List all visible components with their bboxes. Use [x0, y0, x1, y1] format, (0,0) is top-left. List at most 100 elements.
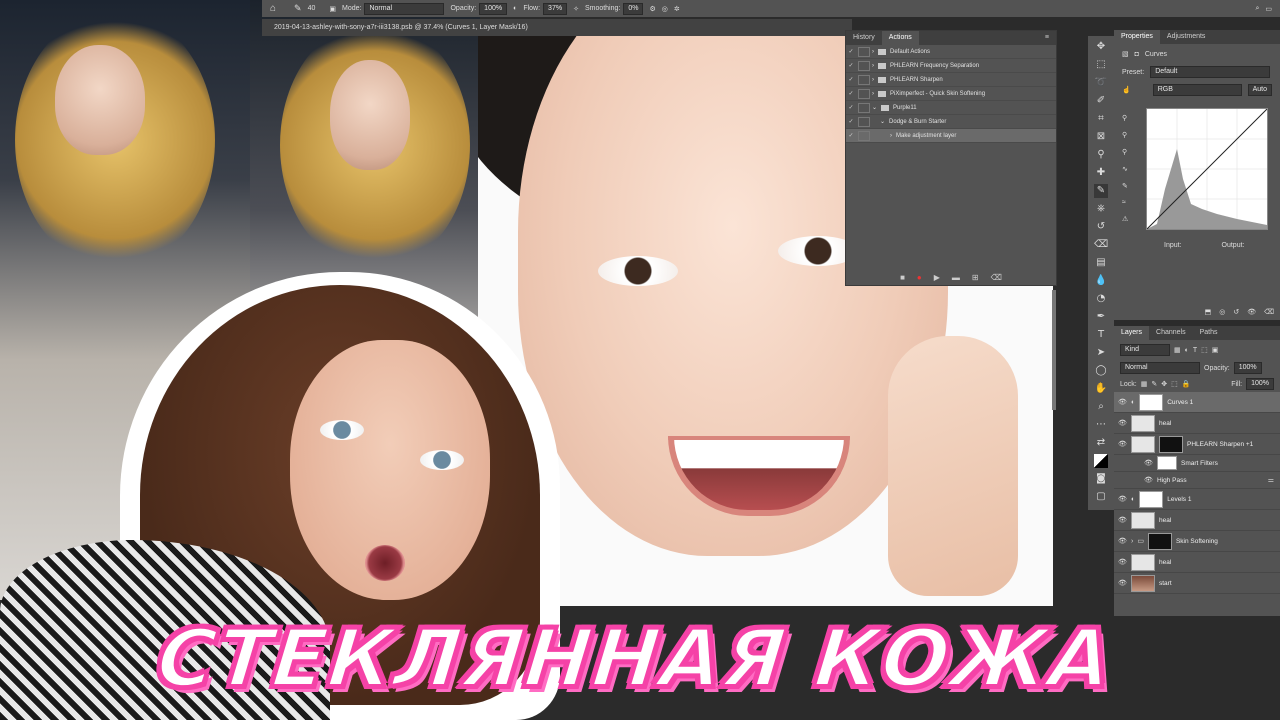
pen-tool-icon[interactable]: ✒: [1094, 310, 1108, 324]
quick-select-tool-icon[interactable]: ✐: [1094, 94, 1108, 108]
action-item[interactable]: ✓ › Default Actions: [846, 45, 1056, 59]
layer-row[interactable]: 👁 start: [1114, 573, 1280, 594]
eye-icon[interactable]: 👁: [1118, 440, 1127, 448]
filter-pixel-icon[interactable]: ▦: [1174, 346, 1181, 354]
action-item[interactable]: ✓ › PHLEARN Frequency Separation: [846, 59, 1056, 73]
workspace-icon[interactable]: ▭: [1265, 5, 1272, 13]
layer-thumbnail[interactable]: [1131, 435, 1155, 453]
chevron-right-icon[interactable]: ›: [1131, 538, 1133, 545]
action-item-selected[interactable]: ✓ › Make adjustment layer: [846, 129, 1056, 143]
tab-history[interactable]: History: [846, 31, 882, 45]
airbrush-icon[interactable]: ✧: [573, 5, 579, 13]
filter-adjustment-icon[interactable]: ◐: [1185, 347, 1189, 354]
curves-graph[interactable]: [1146, 108, 1268, 230]
layer-thumbnail[interactable]: [1131, 414, 1155, 432]
tab-adjustments[interactable]: Adjustments: [1160, 30, 1213, 44]
search-icon[interactable]: ⌕: [1255, 5, 1259, 13]
tab-properties[interactable]: Properties: [1114, 30, 1160, 44]
dialog-toggle[interactable]: [858, 116, 870, 127]
screen-mode-icon[interactable]: ▢: [1094, 490, 1108, 504]
action-item[interactable]: ✓ ⌄ Purple11: [846, 101, 1056, 115]
eye-icon[interactable]: 👁: [1118, 419, 1127, 427]
dialog-toggle[interactable]: [858, 60, 870, 71]
healing-tool-icon[interactable]: ✚: [1094, 166, 1108, 180]
settings-gear-icon[interactable]: ⚙: [649, 5, 655, 13]
check-icon[interactable]: ✓: [846, 132, 856, 139]
stamp-tool-icon[interactable]: ⎈: [1094, 202, 1108, 216]
chevron-right-icon[interactable]: ›: [872, 63, 874, 69]
check-icon[interactable]: ✓: [846, 62, 856, 69]
smoothing-field[interactable]: 0%: [623, 2, 644, 15]
layer-opacity-field[interactable]: 100%: [1233, 362, 1262, 374]
layer-mask-thumbnail[interactable]: [1147, 532, 1172, 550]
mode-select[interactable]: Normal: [364, 2, 445, 15]
layer-mask-thumbnail[interactable]: [1139, 393, 1164, 411]
shape-tool-icon[interactable]: ◯: [1094, 364, 1108, 378]
layer-row[interactable]: 👁 heal: [1114, 413, 1280, 434]
symmetry-icon[interactable]: ✲: [674, 5, 680, 13]
layer-row[interactable]: 👁 › ▭ Skin Softening: [1114, 531, 1280, 552]
filter-smart-icon[interactable]: ▣: [1212, 346, 1219, 354]
layer-row[interactable]: 👁 PHLEARN Sharpen +1: [1114, 434, 1280, 455]
lock-pixels-icon[interactable]: ▦: [1141, 380, 1148, 388]
layer-row[interactable]: 👁 heal: [1114, 510, 1280, 531]
visibility-icon[interactable]: 👁: [1247, 308, 1256, 316]
chevron-down-icon[interactable]: ⌄: [872, 104, 877, 111]
check-icon[interactable]: ✓: [846, 118, 856, 125]
move-tool-icon[interactable]: ✥: [1094, 40, 1108, 54]
lasso-tool-icon[interactable]: ➰: [1094, 76, 1108, 90]
lock-paint-icon[interactable]: ✎: [1151, 380, 1157, 388]
blur-tool-icon[interactable]: 💧: [1094, 274, 1108, 288]
filter-options-icon[interactable]: ⚌: [1268, 476, 1274, 484]
clip-to-layer-icon[interactable]: ⬒: [1205, 308, 1212, 316]
dialog-toggle[interactable]: [858, 46, 870, 57]
smooth-curve-icon[interactable]: ≈: [1122, 199, 1128, 206]
smart-filter-row[interactable]: 👁 Smart Filters: [1114, 455, 1280, 472]
chevron-right-icon[interactable]: ›: [872, 77, 874, 83]
check-icon[interactable]: ✓: [846, 48, 856, 55]
stop-icon[interactable]: ■: [900, 273, 905, 282]
check-icon[interactable]: ✓: [846, 76, 856, 83]
eye-icon[interactable]: 👁: [1144, 459, 1153, 467]
path-select-tool-icon[interactable]: ➤: [1094, 346, 1108, 360]
filter-mask-thumbnail[interactable]: [1157, 456, 1177, 470]
opacity-field[interactable]: 100%: [479, 2, 508, 15]
record-icon[interactable]: ●: [917, 273, 922, 282]
clipping-warning-icon[interactable]: ⚠: [1122, 215, 1128, 223]
delete-adjustment-icon[interactable]: ⌫: [1264, 308, 1274, 316]
brush-tool-icon[interactable]: ✎: [294, 3, 302, 14]
lock-position-icon[interactable]: ✥: [1161, 380, 1167, 388]
action-item[interactable]: ✓ › PiXimperfect - Quick Skin Softening: [846, 87, 1056, 101]
chevron-down-icon[interactable]: ⌄: [880, 118, 885, 125]
eye-icon[interactable]: 👁: [1118, 516, 1127, 524]
filter-type-icon[interactable]: T: [1193, 347, 1197, 354]
panel-menu-icon[interactable]: ≡: [1038, 31, 1056, 45]
dialog-toggle[interactable]: [858, 74, 870, 85]
eye-icon[interactable]: 👁: [1118, 495, 1127, 503]
flow-field[interactable]: 37%: [543, 2, 568, 15]
home-icon[interactable]: ⌂: [270, 3, 276, 14]
play-icon[interactable]: ▶: [934, 273, 940, 282]
tab-layers[interactable]: Layers: [1114, 326, 1150, 340]
layer-mask-thumbnail[interactable]: [1139, 490, 1164, 508]
history-brush-tool-icon[interactable]: ↺: [1094, 220, 1108, 234]
hand-tool-icon[interactable]: ✋: [1094, 382, 1108, 396]
swap-colors-icon[interactable]: ⇄: [1094, 436, 1108, 450]
view-previous-icon[interactable]: ◎: [1219, 308, 1225, 316]
canvas-scrollbar[interactable]: [1052, 290, 1056, 410]
eyedropper-gray-icon[interactable]: ⚲: [1122, 131, 1128, 139]
eye-icon[interactable]: 👁: [1118, 537, 1127, 545]
eye-icon[interactable]: 👁: [1118, 579, 1127, 587]
color-swatches[interactable]: [1094, 454, 1108, 468]
document-tab[interactable]: 2019-04-13-ashley-with-sony-a7r-iii3138.…: [262, 19, 852, 36]
channel-select[interactable]: RGB: [1152, 84, 1242, 96]
eraser-tool-icon[interactable]: ⌫: [1094, 238, 1108, 252]
action-item[interactable]: ✓ ⌄ Dodge & Burn Starter: [846, 115, 1056, 129]
layer-thumbnail[interactable]: [1131, 511, 1155, 529]
gradient-tool-icon[interactable]: ▤: [1094, 256, 1108, 270]
dialog-toggle[interactable]: [858, 130, 870, 141]
reset-icon[interactable]: ↺: [1233, 308, 1239, 316]
crop-tool-icon[interactable]: ⌗: [1094, 112, 1108, 126]
blend-mode-select[interactable]: Normal: [1120, 362, 1200, 374]
dialog-toggle[interactable]: [858, 102, 870, 113]
